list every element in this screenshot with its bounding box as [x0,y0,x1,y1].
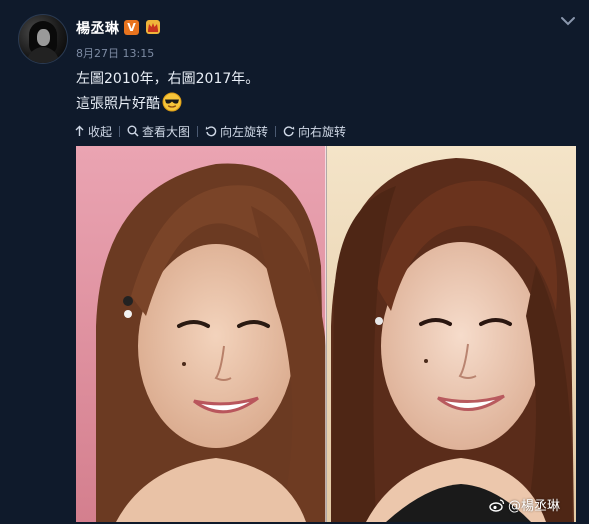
weibo-watermark: @楊丞琳 [489,495,560,514]
post-photo[interactable]: @楊丞琳 [76,146,576,522]
view-large-label: 查看大图 [142,124,191,139]
rotate-right-icon [283,126,295,137]
post-text-line1: 左圖2010年，右圖2017年。 [76,71,260,87]
author-name[interactable]: 楊丞琳 [76,18,120,38]
weibo-logo-icon [489,498,505,512]
rotate-left-icon [205,126,217,137]
view-large-button[interactable]: 查看大图 [127,123,190,140]
magnifier-icon [127,125,139,137]
image-toolbar: 收起 查看大图 向左旋转 向右旋转 [74,122,346,140]
post-text-line2: 這張照片好酷 [76,92,182,113]
comparison-photo [76,146,576,522]
right-photo-2017 [327,146,576,522]
collapse-arrow-icon [75,125,84,136]
sunglasses-emoji-icon [162,92,182,112]
weibo-post: 楊丞琳 V 8月27日 13:15 左圖2010年，右圖2017年。 這張照片好… [0,0,589,524]
chevron-down-icon[interactable] [559,14,577,28]
crown-badge-icon [146,20,160,34]
toolbar-divider [119,125,121,137]
left-photo-2010 [76,146,326,522]
avatar[interactable] [18,14,68,64]
rotate-left-label: 向左旋转 [220,124,269,139]
rotate-right-label: 向右旋转 [298,124,347,139]
collapse-button[interactable]: 收起 [74,123,112,140]
toolbar-divider [275,125,277,137]
collapse-label: 收起 [88,124,113,139]
toolbar-divider [197,125,199,137]
rotate-left-button[interactable]: 向左旋转 [205,123,268,140]
watermark-text: @楊丞琳 [507,499,560,514]
post-text-line2-content: 這張照片好酷 [76,96,160,112]
post-timestamp[interactable]: 8月27日 13:15 [76,45,154,61]
rotate-right-button[interactable]: 向右旋转 [283,123,346,140]
verified-badge-icon: V [124,20,139,35]
